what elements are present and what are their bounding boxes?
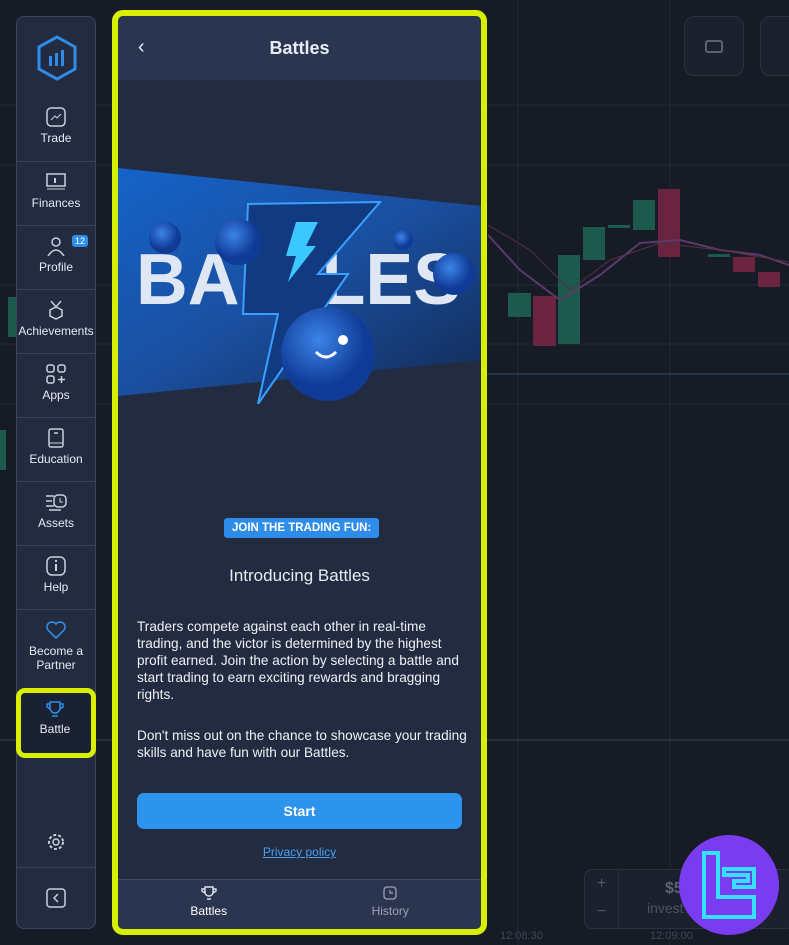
chart-icon	[46, 107, 66, 127]
stepper[interactable]: + −	[585, 870, 619, 930]
panel-highlight	[112, 10, 487, 935]
sidebar-item-apps[interactable]: Apps	[17, 353, 95, 417]
sidebar-item-label: Assets	[37, 516, 74, 530]
candle	[608, 225, 630, 228]
brand-logo[interactable]	[37, 35, 77, 86]
assets-clock-icon	[46, 494, 67, 511]
user-icon	[47, 237, 65, 256]
archive-icon	[705, 39, 723, 53]
sidebar-item-label: Battle	[39, 722, 71, 736]
time-label: 12:08:30	[500, 930, 543, 942]
sidebar-item-label: Apps	[42, 388, 70, 402]
collapse-sidebar-button[interactable]	[17, 867, 95, 931]
candle	[658, 189, 680, 257]
sidebar-item-label: Education	[29, 452, 83, 466]
candle	[583, 227, 605, 260]
candle	[758, 272, 780, 287]
sidebar-item-label: Help	[43, 580, 69, 594]
sidebar-item-partner[interactable]: Become a Partner	[17, 609, 95, 689]
medal-icon	[49, 300, 63, 320]
sidebar-item-achievements[interactable]: Achievements	[17, 289, 95, 353]
gear-icon	[48, 834, 64, 850]
chevron-left-icon	[46, 888, 66, 908]
candle	[708, 254, 730, 257]
book-icon	[48, 428, 64, 448]
sidebar-item-profile[interactable]: 12 Profile	[17, 225, 95, 289]
sidebar-item-label: Achievements	[18, 324, 94, 338]
wallet-icon	[46, 173, 66, 190]
candle	[0, 430, 6, 470]
sidebar-item-label: Finances	[31, 196, 81, 210]
apps-icon	[46, 364, 66, 384]
candle	[533, 296, 556, 346]
sidebar-item-finances[interactable]: Finances	[17, 161, 95, 225]
notification-badge: 12	[72, 235, 89, 247]
candle	[508, 293, 531, 317]
candle	[633, 200, 655, 230]
trophy-icon	[46, 701, 64, 717]
top-button[interactable]	[760, 16, 789, 76]
candle	[733, 257, 755, 272]
sidebar-item-label: Become a Partner	[28, 644, 84, 672]
sidebar-item-assets[interactable]: Assets	[17, 481, 95, 545]
heart-icon	[46, 621, 66, 640]
sidebar-item-help[interactable]: Help	[17, 545, 95, 609]
sidebar-item-label: Trade	[40, 131, 72, 145]
sidebar-item-label: Profile	[38, 260, 73, 274]
archive-button[interactable]	[684, 16, 744, 76]
sidebar-item-battle[interactable]: Battle	[16, 688, 96, 758]
watermark-logo	[679, 835, 779, 935]
sidebar-item-trade[interactable]: Trade	[17, 97, 95, 161]
sidebar-item-education[interactable]: Education	[17, 417, 95, 481]
info-icon	[46, 556, 66, 576]
sidebar: Trade Finances 12 Profile Achievements A…	[16, 16, 96, 929]
